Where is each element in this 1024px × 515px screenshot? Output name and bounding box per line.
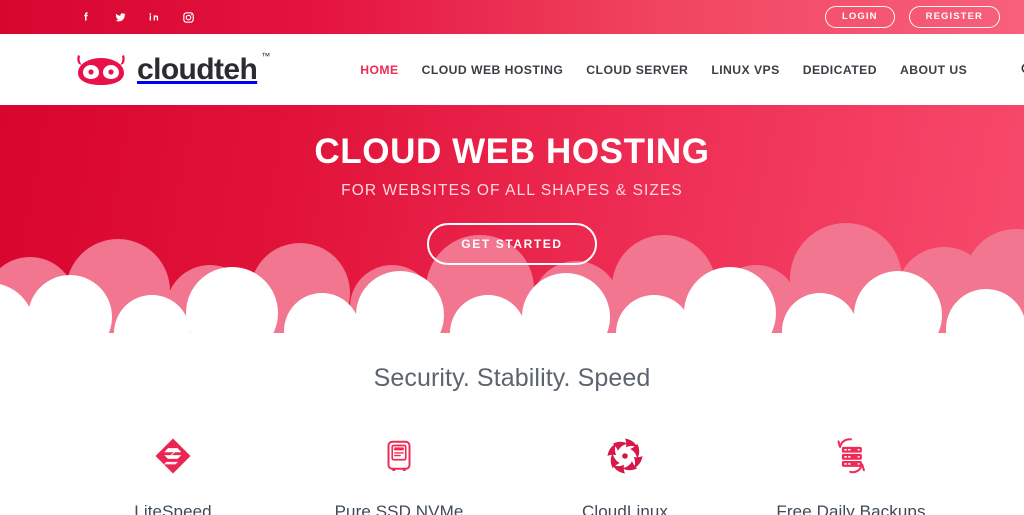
feature-list: LiteSpeed Pure SSD NVMe CloudLinux Free … xyxy=(0,433,1024,515)
hero-title: CLOUD WEB HOSTING xyxy=(314,132,710,171)
site-logo[interactable]: cloudteh ™ xyxy=(74,51,270,87)
feature-label: LiteSpeed xyxy=(134,502,212,515)
nav-item-about-us[interactable]: ABOUT US xyxy=(900,63,967,77)
linkedin-icon[interactable] xyxy=(146,9,162,25)
register-button[interactable]: REGISTER xyxy=(908,5,1000,29)
page-root: LOGIN REGISTER cloudteh ™ HOME CLOUD WEB… xyxy=(0,0,1024,515)
feature-litespeed[interactable]: LiteSpeed xyxy=(60,433,286,515)
instagram-icon[interactable] xyxy=(180,9,196,25)
social-links xyxy=(78,9,196,25)
feature-label: CloudLinux xyxy=(581,502,669,515)
logo-text-value: cloudteh xyxy=(137,52,258,86)
logo-wordmark: cloudteh ™ xyxy=(137,51,270,86)
nav-item-linux-vps[interactable]: LINUX VPS xyxy=(711,63,779,77)
twitter-icon[interactable] xyxy=(112,9,128,25)
top-bar: LOGIN REGISTER xyxy=(0,0,1024,34)
hero-content: CLOUD WEB HOSTING FOR WEBSITES OF ALL SH… xyxy=(0,105,1024,265)
nav-item-cloud-web-hosting[interactable]: CLOUD WEB HOSTING xyxy=(422,63,564,77)
facebook-icon[interactable] xyxy=(78,9,94,25)
feature-cloudlinux[interactable]: CloudLinux xyxy=(512,433,738,515)
feature-free-daily-backups[interactable]: Free Daily Backups xyxy=(738,433,964,515)
hero-banner: CLOUD WEB HOSTING FOR WEBSITES OF ALL SH… xyxy=(0,105,1024,350)
get-started-button[interactable]: GET STARTED xyxy=(427,222,597,265)
owl-logo-icon xyxy=(74,53,128,87)
account-actions: LOGIN REGISTER xyxy=(825,5,1000,29)
search-icon[interactable] xyxy=(1017,60,1024,80)
features-section: Security. Stability. Speed LiteSpeed Pur… xyxy=(0,350,1024,515)
nav-item-dedicated[interactable]: DEDICATED xyxy=(803,63,877,77)
login-button[interactable]: LOGIN xyxy=(825,5,895,29)
backup-server-icon xyxy=(738,433,964,479)
section-title: Security. Stability. Speed xyxy=(373,364,651,392)
feature-pure-ssd-nvme[interactable]: Pure SSD NVMe xyxy=(286,433,512,515)
nav-item-home[interactable]: HOME xyxy=(360,63,398,77)
cloudlinux-icon xyxy=(512,433,738,479)
nav-item-cloud-server[interactable]: CLOUD SERVER xyxy=(586,63,688,77)
feature-label: Free Daily Backups xyxy=(776,502,926,515)
hero-subtitle: FOR WEBSITES OF ALL SHAPES & SIZES xyxy=(341,181,683,199)
ssd-drive-icon xyxy=(286,433,512,479)
feature-label: Pure SSD NVMe xyxy=(334,502,464,515)
site-header: cloudteh ™ HOME CLOUD WEB HOSTING CLOUD … xyxy=(0,34,1024,105)
main-navigation: HOME CLOUD WEB HOSTING CLOUD SERVER LINU… xyxy=(360,60,1024,80)
litespeed-icon xyxy=(60,433,286,479)
trademark-symbol: ™ xyxy=(261,50,271,61)
